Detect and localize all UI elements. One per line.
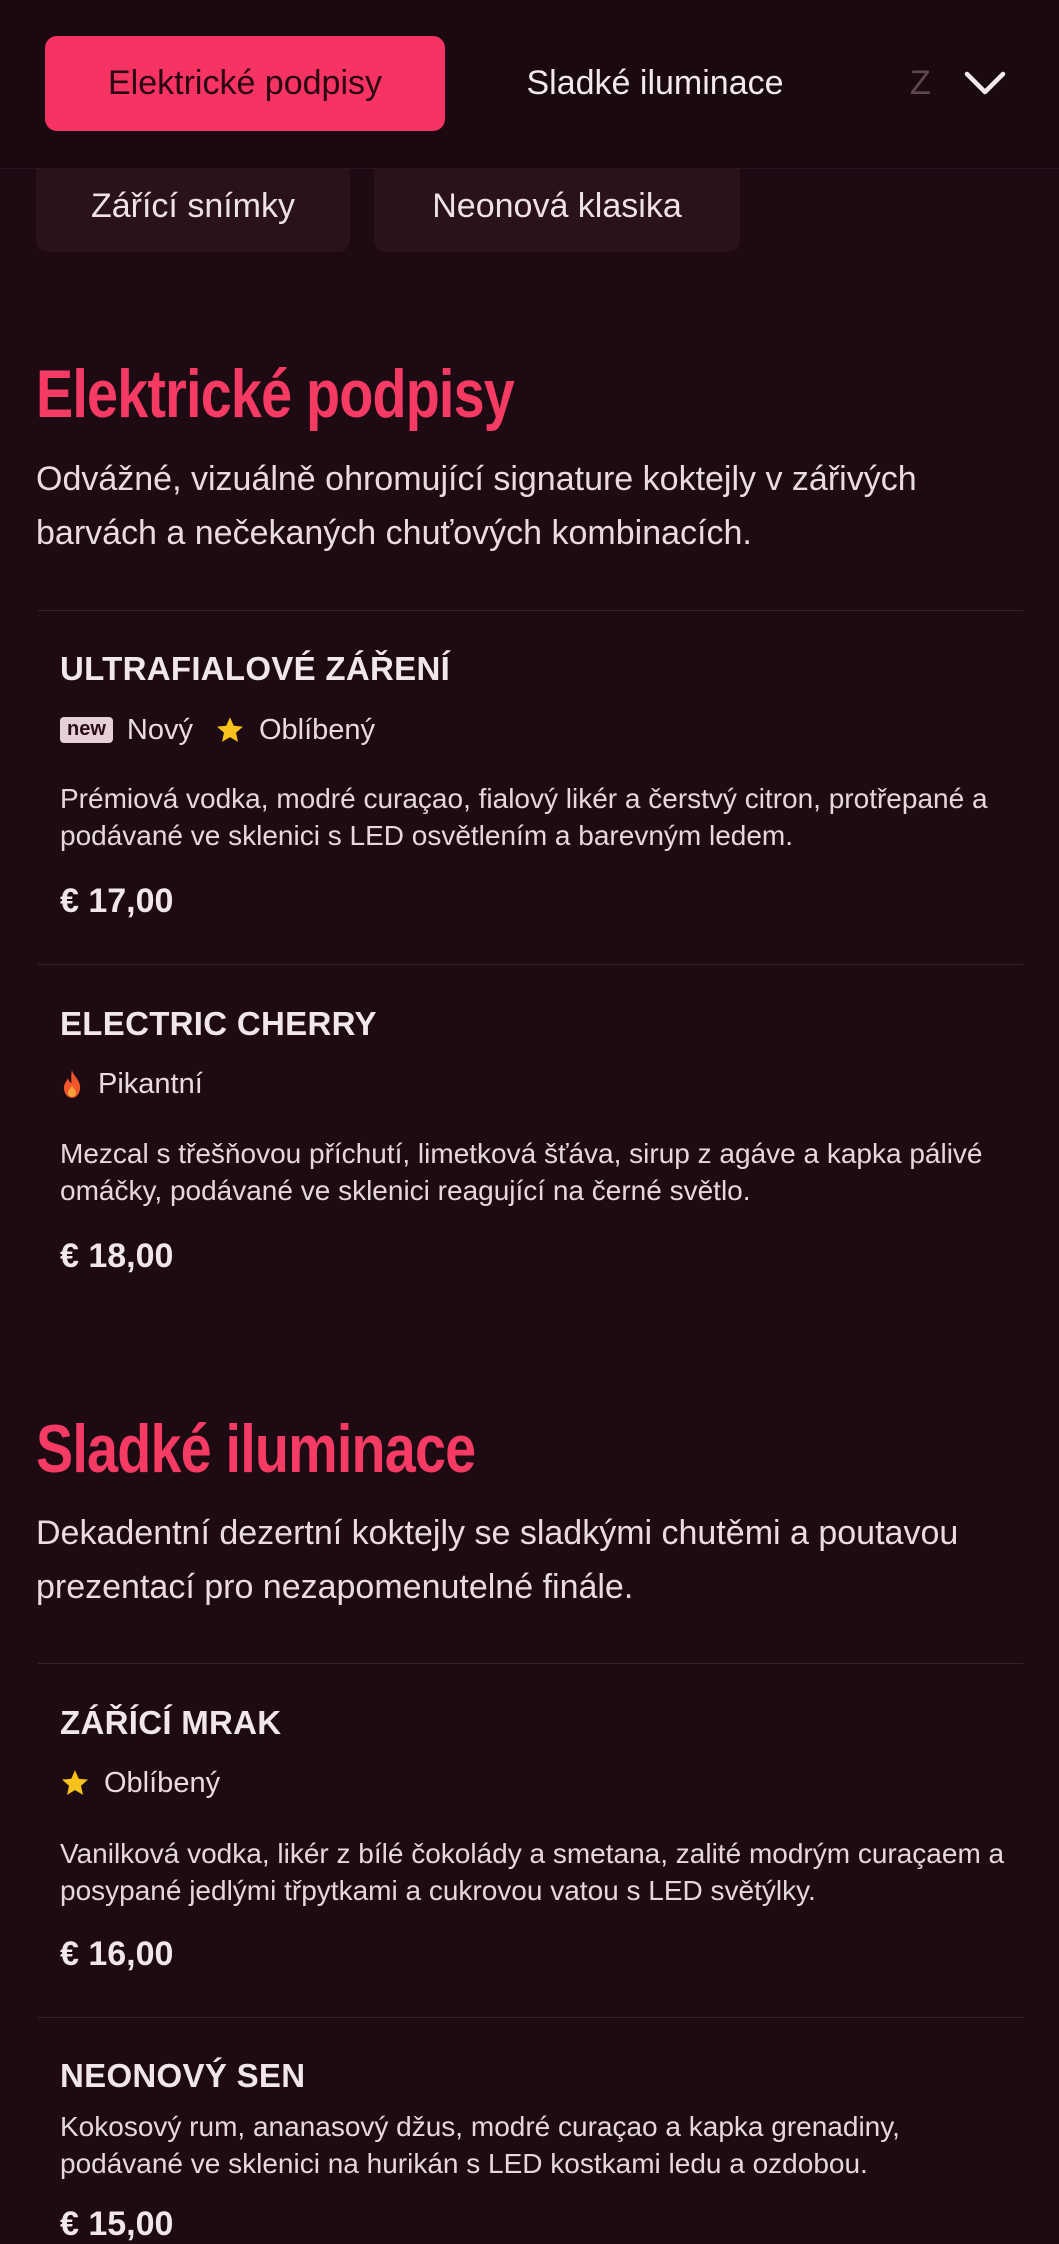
chip-zarici-snimky[interactable]: Zářící snímky [36, 160, 350, 252]
tab-sladke-iluminace[interactable]: Sladké iluminace [470, 36, 840, 131]
menu-item-price: € 18,00 [60, 1237, 174, 1275]
menu-item-description: Vanilková vodka, likér z bílé čokolády a… [60, 1838, 1005, 1906]
menu-item-description: Kokosový rum, ananasový džus, modré cura… [60, 2111, 900, 2179]
section-title: Elektrické podpisy [36, 356, 515, 432]
menu-item-badges: Pikantní [60, 1064, 203, 1104]
tab-elektricke-podpisy[interactable]: Elektrické podpisy [45, 36, 445, 131]
section-title: Sladké iluminace [36, 1411, 476, 1487]
menu-item-price: € 17,00 [60, 882, 174, 920]
section-description: Dekadentní dezertní koktejly se sladkými… [36, 1514, 959, 1606]
category-tab-bar: Elektrické podpisy Sladké iluminace Z [0, 0, 1059, 169]
divider [38, 964, 1023, 965]
badge-label-spicy: Pikantní [98, 1067, 203, 1100]
star-icon [216, 717, 243, 742]
menu-item-name[interactable]: ULTRAFIALOVÉ ZÁŘENÍ [60, 650, 450, 688]
divider [38, 2017, 1023, 2018]
menu-item-badges: new Nový Oblíbený [60, 710, 375, 750]
menu-item-description: Mezcal s třešňovou příchutí, limetková š… [60, 1138, 983, 1206]
menu-item-price: € 15,00 [60, 2205, 174, 2243]
section-description: Odvážné, vizuálně ohromující signature k… [36, 460, 917, 552]
menu-item-name[interactable]: ELECTRIC CHERRY [60, 1005, 377, 1043]
menu-item-badges: Oblíbený [60, 1763, 220, 1803]
badge-label-favorite: Oblíbený [258, 713, 376, 746]
menu-item-name[interactable]: ZÁŘÍCÍ MRAK [60, 1704, 281, 1742]
menu-item-description: Prémiová vodka, modré curaçao, fialový l… [60, 783, 988, 851]
divider [38, 610, 1023, 611]
badge-label-new: Nový [126, 713, 193, 746]
star-icon [62, 1770, 88, 1795]
flame-icon [63, 1070, 81, 1098]
new-badge: new [60, 717, 113, 743]
menu-item-price: € 16,00 [60, 1935, 174, 1973]
chip-neonova-klasika[interactable]: Neonová klasika [374, 160, 740, 252]
menu-item-name[interactable]: NEONOVÝ SEN [60, 2057, 305, 2095]
divider [38, 1663, 1023, 1664]
badge-label-favorite: Oblíbený [104, 1766, 221, 1799]
chevron-down-icon[interactable] [955, 58, 1015, 108]
